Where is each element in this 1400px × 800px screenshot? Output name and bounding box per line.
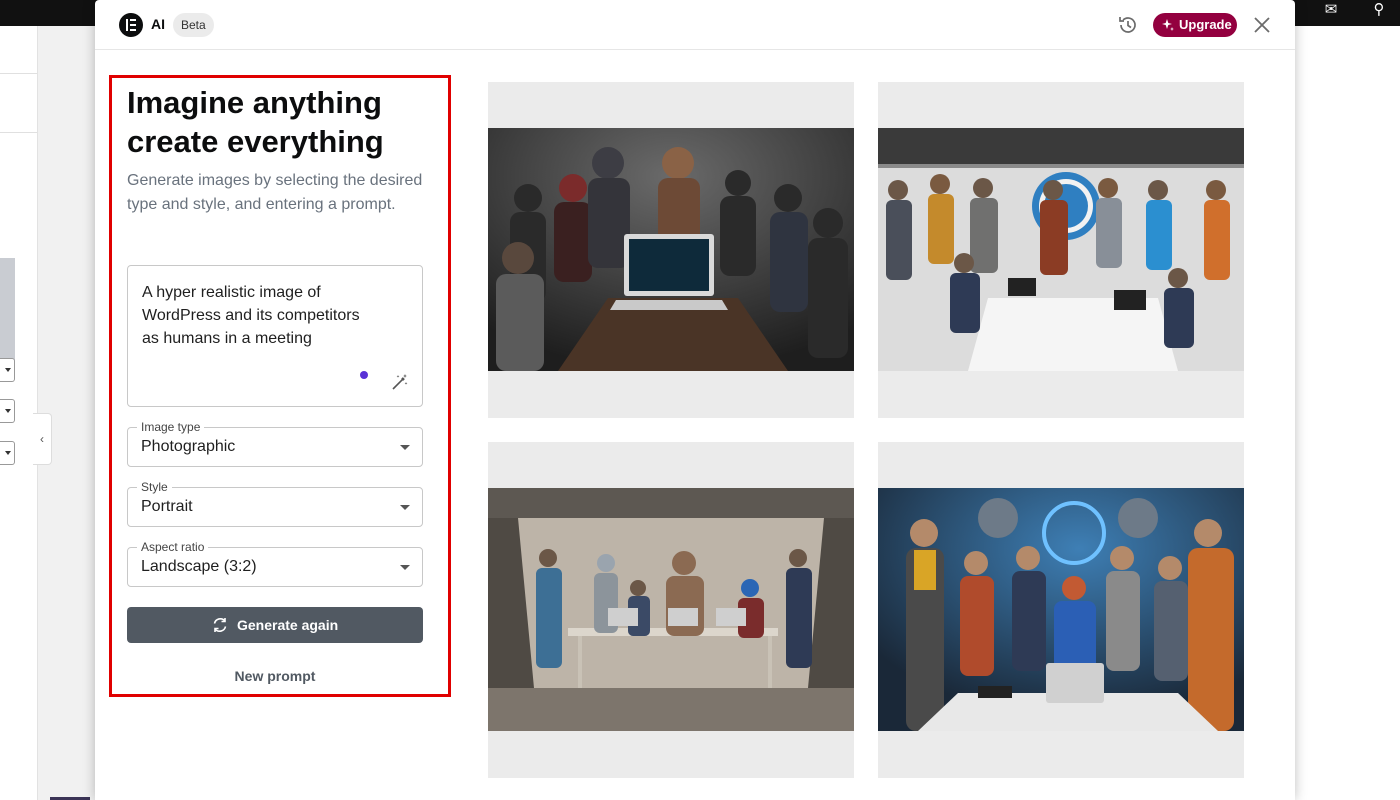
photo-meeting-room [488, 488, 854, 731]
collapse-panel-button[interactable]: ‹ [33, 413, 52, 465]
ai-image-modal: AI Beta Upgrade Imagine anything create … [95, 0, 1295, 800]
style-select[interactable]: Style Portrait [127, 480, 423, 527]
chevron-down-icon [400, 445, 410, 450]
megaphone-icon[interactable]: ✉ [1320, 0, 1342, 18]
prompt-line: WordPress and its competitors [142, 307, 360, 324]
image-preview [488, 128, 854, 371]
image-type-select[interactable]: Image type Photographic [127, 420, 423, 467]
modal-title: AI [151, 16, 165, 32]
generated-image-4[interactable] [878, 442, 1244, 778]
chevron-down-icon [400, 565, 410, 570]
image-preview [878, 488, 1244, 731]
history-icon[interactable] [1117, 14, 1139, 36]
refresh-icon [213, 618, 227, 632]
image-type-label: Image type [137, 420, 205, 434]
generate-again-label: Generate again [237, 617, 339, 633]
style-value: Portrait [141, 498, 193, 515]
image-preview [878, 128, 1244, 371]
panel-divider [0, 73, 37, 74]
prompt-text: A hyper realistic image of WordPress and… [142, 281, 392, 350]
panel-subtitle: Generate images by selecting the desired… [127, 172, 423, 213]
image-type-value: Photographic [141, 438, 236, 455]
photo-meeting-dark [488, 128, 854, 371]
photo-meeting-wordpress [878, 128, 1244, 371]
modal-header: AI Beta Upgrade [95, 0, 1295, 50]
photo-meeting-team [878, 488, 1244, 731]
new-prompt-button[interactable]: New prompt [127, 668, 423, 684]
elementor-logo-icon [119, 13, 143, 37]
close-icon[interactable] [1252, 15, 1272, 35]
panel-select[interactable] [0, 441, 15, 465]
prompt-line: as humans in a meeting [142, 330, 312, 347]
sparkle-icon [1162, 19, 1174, 31]
headline-line-2: create everything [127, 124, 384, 159]
generated-image-1[interactable] [488, 82, 854, 418]
editor-canvas-right [1295, 26, 1400, 800]
aspect-ratio-select[interactable]: Aspect ratio Landscape (3:2) [127, 540, 423, 587]
search-icon[interactable]: ⚲ [1368, 0, 1390, 18]
status-dot [360, 371, 368, 379]
generate-again-button[interactable]: Generate again [127, 607, 423, 643]
upgrade-button[interactable]: Upgrade [1153, 13, 1237, 37]
generated-image-2[interactable] [878, 82, 1244, 418]
aspect-ratio-value: Landscape (3:2) [141, 558, 257, 575]
beta-badge: Beta [173, 13, 214, 37]
aspect-ratio-label: Aspect ratio [137, 540, 209, 554]
upgrade-label: Upgrade [1179, 17, 1232, 32]
chevron-down-icon [400, 505, 410, 510]
magic-wand-icon[interactable] [390, 372, 410, 392]
image-preview [488, 488, 854, 731]
panel-select[interactable] [0, 358, 15, 382]
page-title: Imagine anything create everything [127, 83, 427, 161]
panel-select[interactable] [0, 399, 15, 423]
panel-divider [0, 132, 37, 133]
generated-image-3[interactable] [488, 442, 854, 778]
headline-line-1: Imagine anything [127, 85, 382, 120]
prompt-line: A hyper realistic image of [142, 284, 321, 301]
panel-image-preview [0, 258, 15, 368]
style-label: Style [137, 480, 172, 494]
prompt-textarea[interactable]: A hyper realistic image of WordPress and… [127, 265, 423, 407]
